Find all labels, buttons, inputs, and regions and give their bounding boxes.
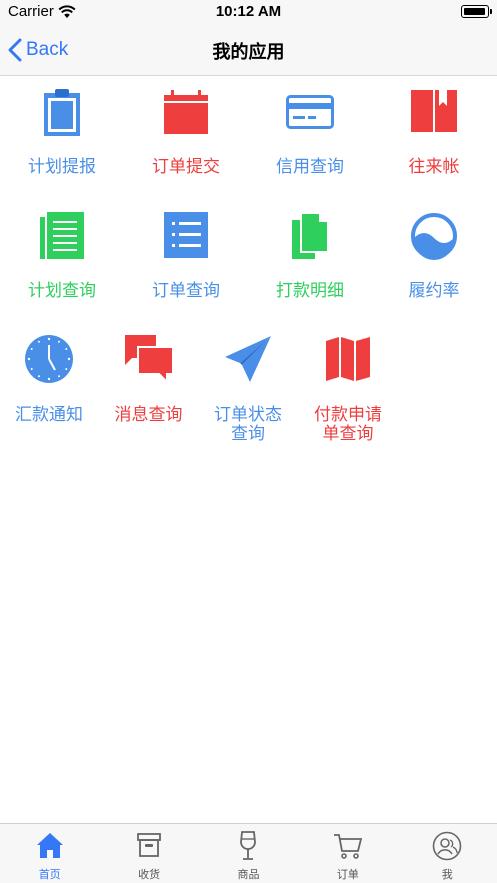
app-payment-detail[interactable]: 打款明细	[255, 210, 365, 310]
tab-label: 首页	[38, 868, 61, 881]
tab-receive[interactable]: 收货	[99, 824, 198, 883]
clipboard-icon	[44, 89, 80, 136]
app-label: 订单查询	[152, 281, 220, 301]
app-accounts[interactable]: 往来帐	[379, 86, 489, 186]
app-order-submit[interactable]: 订单提交	[131, 86, 241, 186]
app-label-line2: 单查询	[322, 424, 374, 444]
app-label: 履约率	[408, 281, 460, 301]
app-label: 信用查询	[276, 157, 344, 177]
cart-icon	[333, 834, 363, 859]
wave-circle-icon	[411, 213, 457, 260]
tab-me[interactable]: 我	[398, 824, 497, 883]
document-lines-icon	[40, 212, 84, 259]
box-icon	[137, 833, 161, 857]
app-credit-query[interactable]: 信用查询	[255, 86, 365, 186]
paper-plane-icon	[225, 336, 271, 382]
app-label-line1: 付款申请	[314, 405, 382, 425]
map-icon	[326, 337, 370, 381]
tab-label: 我	[441, 868, 453, 881]
tab-bar: 首页 收货 商品 订单 我	[0, 823, 497, 883]
clock-time: 10:12 AM	[215, 3, 282, 20]
app-label: 汇款通知	[15, 405, 83, 425]
app-label: 订单提交	[152, 157, 220, 177]
battery-icon	[461, 5, 492, 18]
navigation-bar: Back 我的应用	[0, 24, 497, 76]
status-bar: Carrier 10:12 AM	[0, 0, 497, 24]
app-fulfillment-rate[interactable]: 履约率	[379, 210, 489, 310]
app-label: 计划查询	[28, 281, 96, 301]
book-icon	[411, 90, 457, 132]
list-icon	[164, 212, 208, 258]
tab-home[interactable]: 首页	[0, 824, 99, 883]
app-payment-request-query[interactable]: 付款申请 单查询	[298, 334, 398, 444]
app-label: 打款明细	[276, 281, 344, 301]
user-icon	[432, 831, 462, 861]
calendar-icon	[164, 90, 208, 134]
app-plan-query[interactable]: 计划查询	[7, 210, 117, 310]
clock-icon	[25, 335, 73, 383]
copy-icon	[292, 212, 329, 259]
tab-label: 商品	[237, 868, 260, 881]
app-label-line1: 订单状态	[214, 405, 282, 425]
tab-label: 订单	[336, 868, 359, 881]
app-message-query[interactable]: 消息查询	[99, 334, 198, 444]
tab-orders[interactable]: 订单	[298, 824, 397, 883]
page-title: 我的应用	[212, 42, 285, 63]
app-label-line2: 查询	[231, 424, 265, 444]
app-label: 计划提报	[28, 157, 96, 177]
app-order-query[interactable]: 订单查询	[131, 210, 241, 310]
app-order-status-query[interactable]: 订单状态 查询	[198, 334, 298, 444]
chat-bubbles-icon	[124, 335, 174, 384]
home-icon	[36, 833, 63, 858]
wine-glass-icon	[240, 831, 257, 860]
tab-label: 收货	[138, 868, 161, 881]
tab-products[interactable]: 商品	[199, 824, 298, 883]
app-label: 往来帐	[408, 157, 460, 177]
app-plan-submit[interactable]: 计划提报	[7, 86, 117, 186]
app-label: 消息查询	[114, 405, 183, 425]
app-remit-notice[interactable]: 汇款通知	[0, 334, 98, 444]
credit-card-icon	[286, 95, 334, 129]
